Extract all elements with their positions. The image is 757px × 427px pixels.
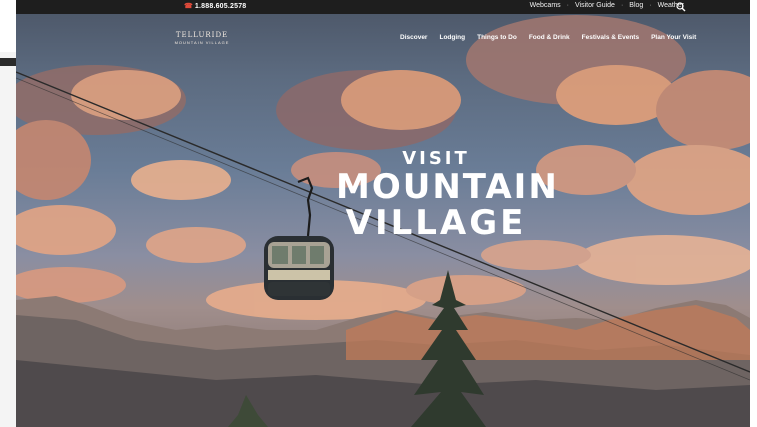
phone-number[interactable]: ☎ 1.888.605.2578 bbox=[184, 2, 246, 10]
utility-bar: ☎ 1.888.605.2578 Webcams · Visitor Guide … bbox=[16, 0, 750, 14]
link-blog[interactable]: Blog bbox=[629, 2, 643, 9]
phone-icon: ☎ bbox=[184, 3, 193, 10]
separator: · bbox=[649, 2, 652, 9]
hero-title: VISIT MOUNTAIN VILLAGE bbox=[336, 148, 559, 243]
nav-lodging[interactable]: Lodging bbox=[439, 34, 465, 41]
logo-line2: MOUNTAIN VILLAGE bbox=[174, 40, 230, 45]
nav-food-drink[interactable]: Food & Drink bbox=[529, 34, 570, 41]
nav-things-to-do[interactable]: Things to Do bbox=[477, 34, 517, 41]
link-visitor-guide[interactable]: Visitor Guide bbox=[575, 2, 615, 9]
nav-festivals-events[interactable]: Festivals & Events bbox=[582, 34, 639, 41]
hero-banner: ☎ 1.888.605.2578 Webcams · Visitor Guide … bbox=[16, 0, 750, 427]
side-panel bbox=[0, 52, 16, 427]
search-icon[interactable] bbox=[676, 2, 686, 12]
nav-plan-your-visit[interactable]: Plan Your Visit bbox=[651, 34, 696, 41]
hero-title-line3: VILLAGE bbox=[345, 203, 527, 243]
hero-title-line2: MOUNTAIN bbox=[336, 167, 559, 207]
hero-title-line1: VISIT bbox=[402, 148, 470, 169]
separator: · bbox=[566, 2, 569, 9]
main-nav: Discover Lodging Things to Do Food & Dri… bbox=[400, 34, 696, 41]
phone-text: 1.888.605.2578 bbox=[194, 3, 247, 10]
site-logo[interactable]: TELLURIDE MOUNTAIN VILLAGE bbox=[166, 31, 238, 45]
side-bar bbox=[0, 58, 16, 66]
nav-discover[interactable]: Discover bbox=[400, 34, 427, 41]
logo-line1: TELLURIDE bbox=[175, 31, 229, 39]
utility-links: Webcams · Visitor Guide · Blog · Weather bbox=[530, 2, 684, 9]
gondola-icon bbox=[264, 176, 334, 300]
right-gutter bbox=[750, 0, 757, 427]
separator: · bbox=[620, 2, 624, 9]
link-webcams[interactable]: Webcams bbox=[530, 2, 561, 9]
